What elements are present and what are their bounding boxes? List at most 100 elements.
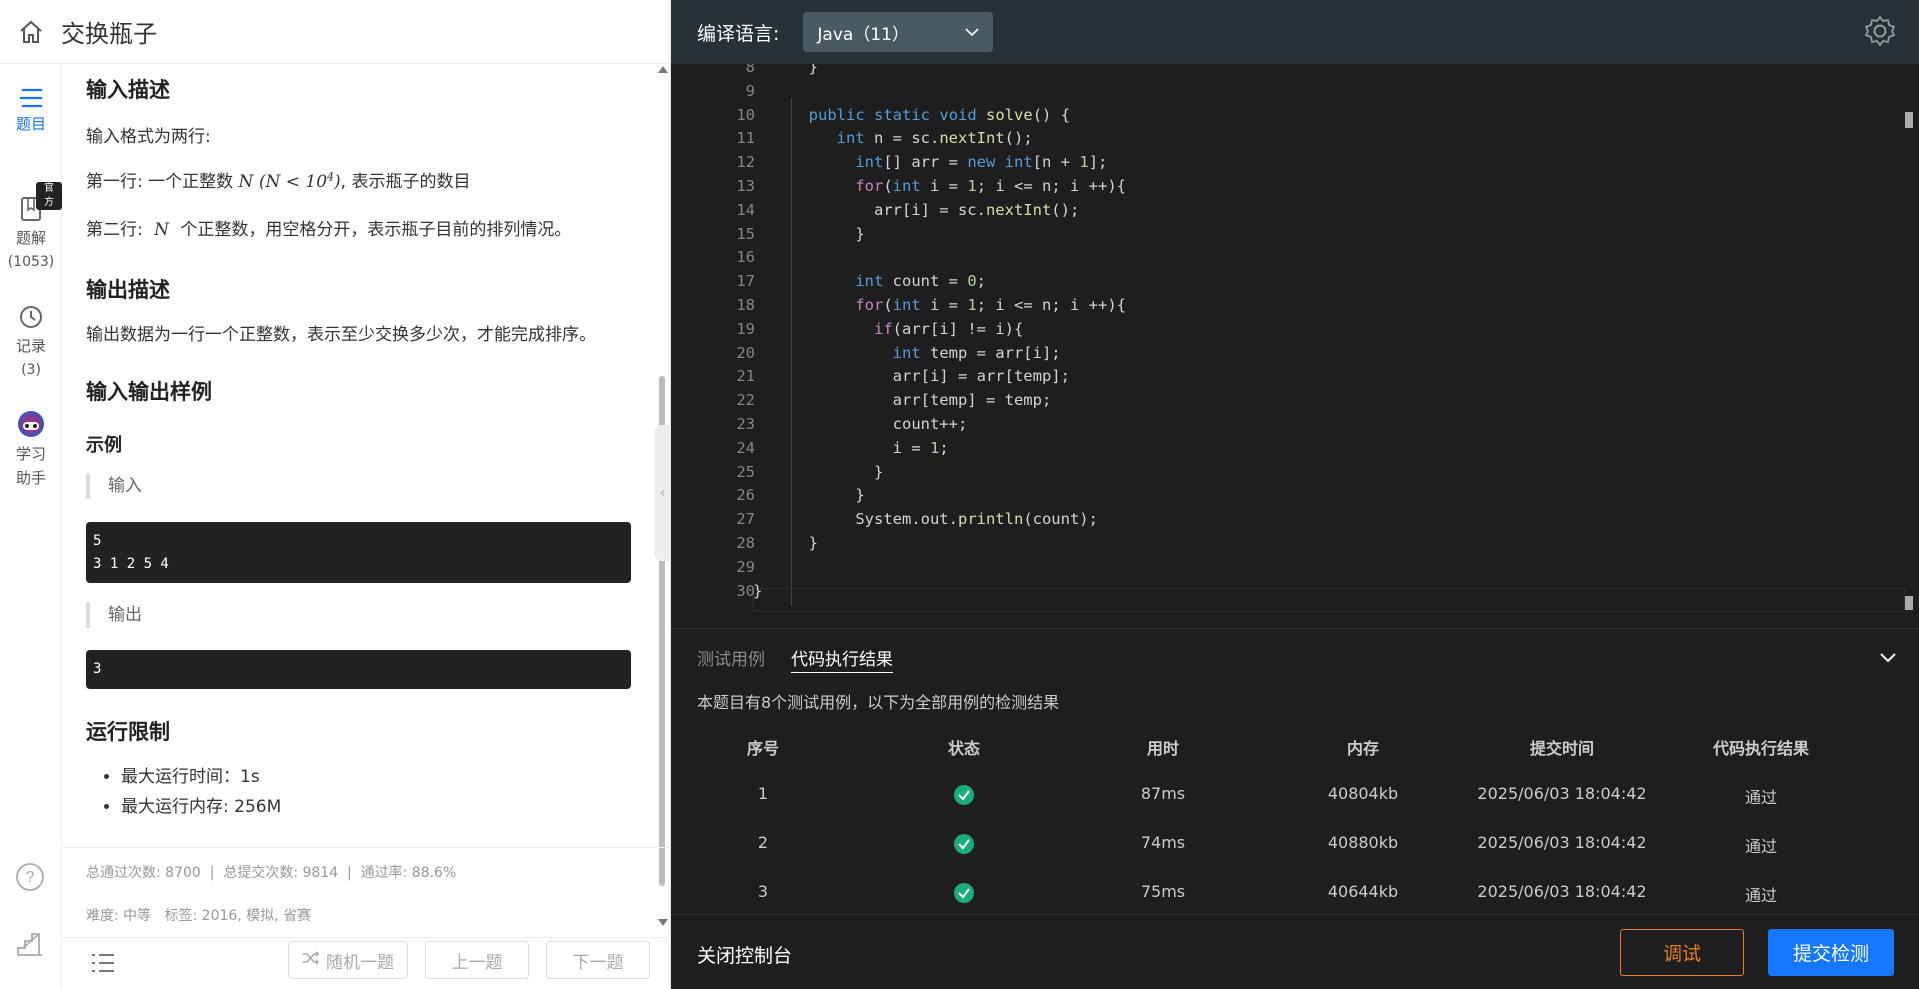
rail-item-label: 记录 — [15, 337, 46, 355]
input-desc-line2: 第一行: 一个正整数 N (N < 104), 表示瓶子的数目 — [86, 170, 471, 192]
chevron-down-icon[interactable] — [1879, 649, 1897, 668]
code-line: 11 int n = sc.nextInt(); — [736, 129, 1033, 148]
divider — [62, 847, 671, 848]
output-section-title: 输出描述 — [86, 278, 170, 302]
code-line: 15 } — [736, 224, 865, 243]
debug-button[interactable]: 调试 — [1620, 929, 1744, 976]
code-line: 14 arr[i] = sc.nextInt(); — [736, 200, 1080, 219]
status-pass-icon — [864, 785, 1064, 809]
gear-icon[interactable] — [1863, 14, 1897, 52]
input-section-title: 输入描述 — [86, 78, 170, 102]
menu-list-icon[interactable] — [90, 952, 116, 978]
list-lines-icon — [0, 88, 62, 108]
code-editor[interactable]: 8 } 9 10 public static void solve() { 11… — [671, 64, 1919, 612]
random-problem-button[interactable]: 随机一题 — [288, 941, 408, 979]
problem-header: 交换瓶子 — [0, 0, 671, 64]
help-icon[interactable]: ? — [15, 862, 45, 896]
sample-input-box[interactable]: 5 3 1 2 5 4 — [86, 522, 631, 583]
col-header: 代码执行结果 — [1712, 739, 1809, 758]
tab-results[interactable]: 代码执行结果 — [791, 645, 893, 673]
language-select[interactable]: Java（11） — [803, 12, 994, 52]
stairs-icon[interactable] — [15, 928, 45, 962]
submit-button[interactable]: 提交检测 — [1768, 929, 1894, 976]
col-header: 用时 — [1146, 739, 1179, 758]
code-line: 16 — [736, 248, 755, 267]
code-line: 30} — [736, 581, 763, 600]
rail-item-label-2: 助手 — [15, 469, 46, 487]
input-desc-line3: 第二行: N 个正整数，用空格分开，表示瓶子目前的排列情况。 — [86, 220, 572, 240]
input-label: 输入 — [86, 473, 142, 499]
next-problem-button[interactable]: 下一题 — [546, 941, 650, 979]
example-title: 示例 — [86, 435, 122, 456]
scroll-down-arrow-icon[interactable] — [658, 919, 668, 926]
code-line: 12 int[] arr = new int[n + 1]; — [736, 153, 1108, 172]
cell-submitted: 2025/06/03 18:04:42 — [1477, 784, 1647, 803]
code-line: 8 } — [745, 64, 818, 76]
code-line: 23 count++; — [736, 415, 968, 433]
editor-panel: 编译语言: Java（11） 8 } 9 10 public static vo… — [671, 0, 1919, 989]
col-header: 状态 — [947, 739, 980, 758]
chevron-down-icon — [965, 22, 979, 42]
limit-time: 最大运行时间：1s — [121, 762, 281, 792]
page-title: 交换瓶子 — [61, 20, 157, 48]
limits-section-title: 运行限制 — [86, 720, 170, 744]
problem-panel: 交换瓶子 题目 官方 题解 (1053) 记录 (3) 学习 助手 ? 输入描述… — [0, 0, 671, 989]
chevron-left-icon: ‹ — [659, 485, 666, 501]
sample-output-box[interactable]: 3 — [86, 650, 631, 689]
prev-problem-button[interactable]: 上一题 — [425, 941, 529, 979]
rail-item-assistant[interactable]: 学习 助手 — [0, 410, 62, 490]
rail-item-label: 学习 — [15, 445, 46, 463]
results-summary: 本题目有8个测试用例，以下为全部用例的检测结果 — [697, 693, 1060, 712]
side-rail: 题目 官方 题解 (1053) 记录 (3) 学习 助手 ? — [0, 64, 62, 989]
rail-item-count: (1053) — [7, 254, 55, 270]
code-line: 18 for(int i = 1; i <= n; i ++){ — [736, 296, 1126, 314]
shuffle-icon — [302, 950, 320, 971]
code-line: 28 } — [736, 534, 818, 552]
tab-testcases[interactable]: 测试用例 — [697, 645, 765, 670]
svg-text:?: ? — [26, 869, 35, 886]
code-line: 22 arr[temp] = temp; — [736, 391, 1052, 410]
sample-input-line: 3 1 2 5 4 — [93, 556, 169, 572]
cell-memory: 40644kb — [1327, 882, 1399, 901]
cell-memory: 40880kb — [1327, 833, 1399, 852]
cell-result: 通过 — [1744, 886, 1777, 905]
editor-footer: 关闭控制台 调试 提交检测 — [671, 914, 1919, 989]
rail-item-problem[interactable]: 题目 — [0, 88, 62, 136]
editor-scroll-marker[interactable] — [1905, 596, 1913, 610]
scroll-up-arrow-icon[interactable] — [658, 66, 668, 73]
rail-item-label: 题目 — [15, 115, 46, 133]
code-line: 10 public static void solve() { — [736, 105, 1071, 124]
problem-tags: 难度: 中等 标签: 2016, 模拟, 省赛 — [86, 908, 312, 924]
home-icon[interactable] — [17, 18, 45, 46]
rail-item-count: (3) — [21, 362, 41, 378]
status-pass-icon — [864, 834, 1064, 858]
rail-item-label: 题解 — [15, 229, 46, 247]
code-line: 24 i = 1; — [736, 438, 949, 457]
output-desc: 输出数据为一行一个正整数，表示至少交换多少次，才能完成排序。 — [86, 325, 596, 345]
official-badge: 官方 — [36, 182, 62, 210]
status-pass-icon — [864, 883, 1064, 907]
cell-submitted: 2025/06/03 18:04:42 — [1477, 882, 1647, 901]
problem-bottom-bar: 随机一题 上一题 下一题 — [62, 937, 671, 989]
close-console-button[interactable]: 关闭控制台 — [697, 941, 792, 968]
sample-input-line: 5 — [93, 533, 102, 549]
editor-scroll-marker[interactable] — [1905, 112, 1913, 128]
cell-result: 通过 — [1744, 837, 1777, 856]
limits-list: 最大运行时间：1s 最大运行内存: 256M — [86, 762, 281, 822]
input-desc-line1: 输入格式为两行: — [86, 127, 211, 147]
cell-id: 2 — [757, 833, 769, 852]
code-line: 26 } — [736, 486, 865, 505]
problem-content: 输入描述 输入格式为两行: 第一行: 一个正整数 N (N < 104), 表示… — [86, 64, 631, 849]
cell-id: 1 — [757, 784, 769, 803]
code-line: 17 int count = 0; — [736, 272, 987, 291]
history-icon — [0, 304, 62, 330]
rail-item-records[interactable]: 记录 (3) — [0, 304, 62, 382]
language-value: Java（11） — [817, 24, 909, 45]
code-line: 25 } — [736, 462, 884, 481]
code-line: 9 — [745, 81, 755, 100]
cell-time: 75ms — [1140, 882, 1186, 901]
cell-time: 74ms — [1140, 833, 1186, 852]
rail-item-solutions[interactable]: 官方 题解 (1053) — [0, 182, 62, 274]
col-header: 内存 — [1346, 739, 1379, 758]
panel-collapse-handle[interactable]: ‹ — [654, 425, 671, 561]
